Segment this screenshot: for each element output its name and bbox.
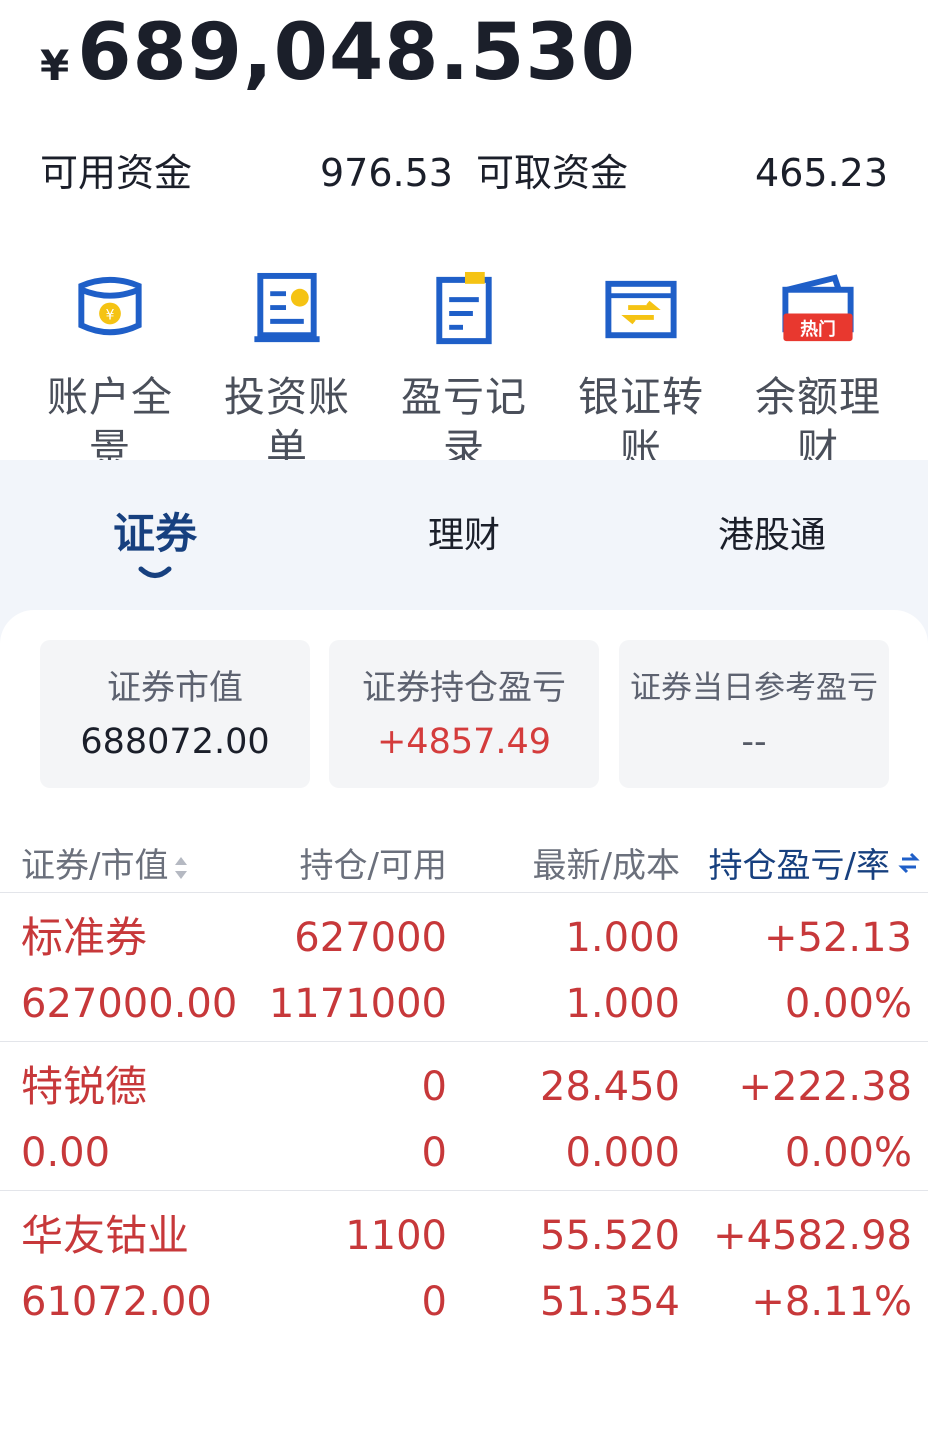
available-funds-label: 可用资金: [40, 151, 193, 195]
market-value: 61072.00: [21, 1279, 212, 1325]
market-value: 627000.00: [21, 981, 238, 1027]
available: 1171000: [268, 981, 447, 1027]
currency-symbol: ¥: [40, 41, 70, 90]
market-value: 0.00: [21, 1130, 111, 1176]
total-assets-value: 689,048.530: [77, 8, 636, 98]
header-position-available[interactable]: 持仓/可用: [300, 838, 447, 887]
position: 0: [421, 1064, 447, 1110]
stat-title: 证券市值: [107, 668, 243, 708]
stat-daily-pnl: 证券当日参考盈亏 --: [619, 640, 889, 788]
latest-price: 1.000: [565, 915, 680, 961]
shortcut-account-overview[interactable]: ¥ 账户全景: [22, 270, 198, 460]
holdings-panel: 证券市值 688072.00 证券持仓盈亏 +4857.49 证券当日参考盈亏 …: [0, 610, 928, 1441]
pnl-rate: +8.11%: [751, 1279, 912, 1325]
tab-hk-connect[interactable]: 港股通: [718, 506, 826, 558]
svg-text:¥: ¥: [106, 307, 115, 323]
pnl-rate: 0.00%: [784, 1130, 912, 1176]
tab-securities[interactable]: 证券: [112, 500, 198, 578]
total-assets: ¥ 689,048.530: [40, 8, 636, 98]
bank-transfer-icon: [605, 280, 677, 339]
stat-position-pnl: 证券持仓盈亏 +4857.49: [329, 640, 599, 788]
security-name: 特锐德: [21, 1062, 148, 1111]
cost-price: 51.354: [540, 1279, 680, 1325]
position: 627000: [294, 915, 447, 961]
shortcut-label: 余额理财: [755, 373, 881, 460]
stat-value: --: [741, 722, 767, 762]
header-security-value[interactable]: 证券/市值: [21, 838, 188, 887]
shortcut-balance-wealth[interactable]: 热门 余额理财: [730, 270, 906, 460]
stat-title: 证券持仓盈亏: [362, 668, 566, 708]
shortcut-bank-transfer[interactable]: 银证转账: [553, 270, 729, 460]
holdings-section: 证券 理财 港股通 证券市值 688072.00 证券持仓盈亏 +4857.49…: [0, 460, 928, 1441]
pnl-rate: 0.00%: [784, 981, 912, 1027]
stat-value: 688072.00: [80, 722, 270, 762]
available: 0: [421, 1130, 447, 1176]
withdrawable-funds-label: 可取资金: [476, 151, 629, 195]
pnl: +52.13: [763, 915, 912, 961]
tab-label: 证券: [112, 509, 198, 558]
shortcut-label: 盈亏记录: [401, 373, 527, 460]
header-pnl-rate[interactable]: 持仓盈亏/率: [709, 838, 890, 887]
shortcut-bar: ¥ 账户全景 投资账单 盈亏记录 银证转账 热门 余额理财: [22, 270, 906, 460]
latest-price: 55.520: [540, 1213, 680, 1259]
table-row[interactable]: 特锐德 0.00 0 0 28.450 0.000 +222.38 0.00%: [0, 1042, 928, 1191]
switch-column-icon[interactable]: [898, 852, 920, 874]
shortcut-profit-loss-record[interactable]: 盈亏记录: [376, 270, 552, 460]
cost-price: 1.000: [565, 981, 680, 1027]
sort-icon: [175, 856, 188, 879]
table-header: 证券/市值 持仓/可用 最新/成本 持仓盈亏/率: [0, 830, 928, 893]
tab-wealth[interactable]: 理财: [428, 506, 500, 558]
header-latest-cost[interactable]: 最新/成本: [533, 838, 680, 887]
pnl: +4582.98: [713, 1213, 912, 1259]
available: 0: [421, 1279, 447, 1325]
shortcut-investment-bill[interactable]: 投资账单: [199, 270, 375, 460]
shortcut-label: 银证转账: [578, 373, 704, 460]
stat-value: +4857.49: [376, 722, 552, 762]
investment-bill-icon: [254, 272, 320, 343]
tab-active-indicator: [138, 566, 172, 578]
security-name: 华友钴业: [21, 1211, 190, 1260]
shortcut-label: 账户全景: [47, 373, 173, 460]
pnl: +222.38: [738, 1064, 912, 1110]
tab-bar: 证券 理财 港股通: [0, 500, 928, 580]
stat-market-value: 证券市值 688072.00: [40, 640, 310, 788]
hot-badge: 热门: [800, 318, 836, 340]
available-funds-value: 976.53: [320, 151, 453, 195]
table-row[interactable]: 华友钴业 61072.00 1100 0 55.520 51.354 +4582…: [0, 1191, 928, 1339]
security-name: 标准券: [21, 913, 148, 962]
position: 1100: [345, 1213, 447, 1259]
withdrawable-funds-value: 465.23: [755, 151, 888, 195]
account-overview-icon: ¥: [78, 276, 142, 336]
balance-wealth-icon: 热门: [782, 274, 854, 342]
stat-title: 证券当日参考盈亏: [630, 670, 878, 706]
profit-loss-record-icon: [436, 271, 492, 345]
cost-price: 0.000: [565, 1130, 680, 1176]
latest-price: 28.450: [540, 1064, 680, 1110]
shortcut-label: 投资账单: [224, 373, 350, 460]
table-row[interactable]: 标准券 627000.00 627000 1171000 1.000 1.000…: [0, 893, 928, 1042]
funds-row: 可用资金 976.53 可取资金 465.23: [40, 148, 888, 198]
